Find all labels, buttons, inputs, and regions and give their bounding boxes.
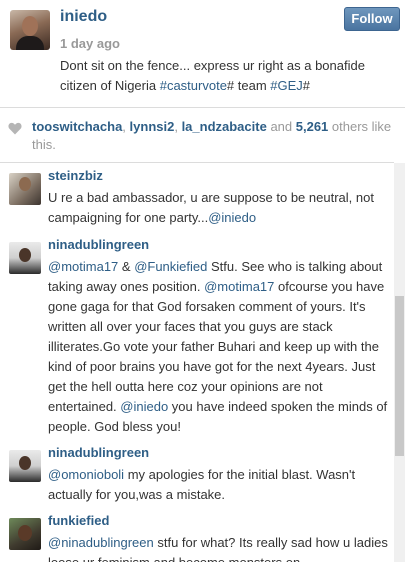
post-caption: Dont sit on the fence... express ur righ… [60,56,390,96]
hashtag-link[interactable]: #GEJ [270,78,303,93]
follow-button[interactable]: Follow [344,7,400,31]
scrollbar-thumb[interactable] [395,296,404,456]
comment-text: @motima17 & @Funkiefied Stfu. See who is… [48,257,388,437]
comment-username[interactable]: ninadublingreen [48,237,149,252]
comments-scrollbar[interactable] [394,163,405,562]
likes-and: and [266,119,296,134]
heart-icon[interactable] [8,122,22,135]
mention-link[interactable]: @motima17 [204,279,274,294]
likes-separator: , [122,119,130,134]
avatar[interactable] [9,173,41,205]
avatar[interactable] [9,242,41,274]
liker-link[interactable]: lynnsi2 [130,119,175,134]
avatar[interactable] [9,450,41,482]
liker-link[interactable]: tooswitchacha [32,119,122,134]
likes-summary: tooswitchacha, lynnsi2, la_ndzabacite an… [32,118,392,154]
avatar[interactable] [10,10,50,50]
comment-text: U re a bad ambassador, u are suppose to … [48,188,388,228]
caption-text: # team [226,78,271,93]
comment-text: @omonioboli my apologies for the initial… [48,465,388,505]
mention-link[interactable]: @omonioboli [48,467,124,482]
comment-text: @ninadublingreen stfu for what? Its real… [48,533,388,562]
liker-link[interactable]: la_ndzabacite [182,119,267,134]
comment-username[interactable]: funkiefied [48,513,109,528]
comment-username[interactable]: ninadublingreen [48,445,149,460]
mention-link[interactable]: @motima17 [48,259,118,274]
post-timestamp[interactable]: 1 day ago [60,36,120,51]
likes-separator: , [174,119,182,134]
mention-link[interactable]: @iniedo [208,210,256,225]
mention-link[interactable]: @Funkiefied [134,259,207,274]
avatar[interactable] [9,518,41,550]
likes-count[interactable]: 5,261 [296,119,329,134]
comment-body: & [118,259,135,274]
mention-link[interactable]: @ninadublingreen [48,535,154,550]
comment-username[interactable]: steinzbiz [48,168,103,183]
comments-list: steinzbiz U re a bad ambassador, u are s… [0,163,394,562]
mention-link[interactable]: @iniedo [120,399,168,414]
likes-section: tooswitchacha, lynnsi2, la_ndzabacite an… [0,108,405,162]
caption-text: # [302,78,311,93]
hashtag-link[interactable]: #casturvote [160,78,227,93]
post-username[interactable]: iniedo [60,8,107,26]
comment-body: ofcourse you have gone gaga for that God… [48,279,385,414]
post-header: iniedo 1 day ago Follow Dont sit on the … [0,0,405,108]
